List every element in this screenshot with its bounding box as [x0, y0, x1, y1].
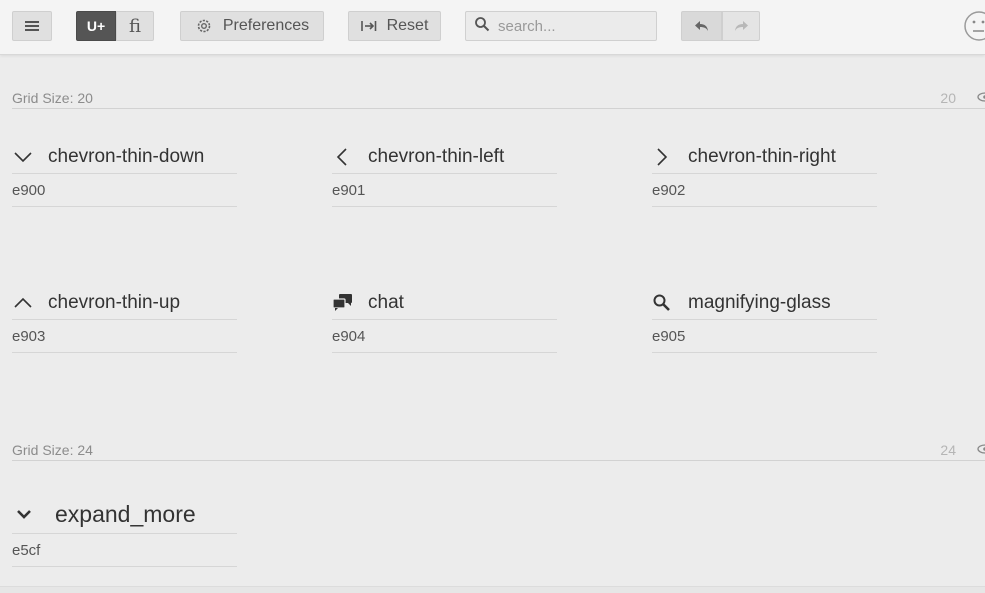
- redo-icon: [733, 19, 749, 33]
- grid-size-header: Grid Size: 24 24: [12, 442, 985, 461]
- search-box: [465, 11, 657, 41]
- undo-button[interactable]: [681, 11, 722, 41]
- glyph-code[interactable]: e904: [332, 328, 365, 345]
- hamburger-icon: [24, 20, 40, 32]
- reset-label: Reset: [386, 17, 429, 34]
- ligature-mode-label: ﬁ: [128, 15, 141, 37]
- grid-size-label: Grid Size: 20: [12, 90, 93, 106]
- unicode-mode-button[interactable]: U+: [76, 11, 116, 41]
- grid-size-label: Grid Size: 24: [12, 442, 93, 458]
- grid-size-value: 24: [940, 442, 956, 458]
- redo-button[interactable]: [722, 11, 760, 41]
- preferences-label: Preferences: [222, 17, 310, 34]
- glyph-item[interactable]: chevron-thin-left e901: [332, 141, 557, 207]
- reset-button[interactable]: Reset: [348, 11, 441, 41]
- undo-icon: [694, 19, 710, 33]
- glyph-code[interactable]: e5cf: [12, 542, 40, 559]
- chevron-thin-down-icon: [12, 146, 48, 168]
- glyph-name: chevron-thin-down: [48, 146, 205, 167]
- menu-button[interactable]: [12, 11, 52, 41]
- glyph-name: chevron-thin-up: [48, 292, 181, 313]
- chevron-thin-left-icon: [332, 146, 368, 168]
- grid-size-header: Grid Size: 20 20: [12, 90, 985, 109]
- glyph-name: chevron-thin-right: [688, 146, 836, 167]
- glyph-code[interactable]: e903: [12, 328, 45, 345]
- glyph-item[interactable]: chevron-thin-up e903: [12, 287, 237, 353]
- glyph-code[interactable]: e901: [332, 182, 365, 199]
- glyph-name: expand_more: [55, 500, 196, 527]
- ligature-mode-button[interactable]: ﬁ: [116, 11, 154, 41]
- chevron-thin-up-icon: [12, 292, 48, 314]
- glyph-code[interactable]: e900: [12, 182, 45, 199]
- chat-icon: [332, 293, 368, 313]
- neutral-face-icon[interactable]: [962, 10, 985, 47]
- toolbar: U+ ﬁ Preferences Reset: [0, 0, 985, 55]
- glyph-item[interactable]: chevron-thin-right e902: [652, 141, 877, 207]
- glyph-item[interactable]: chevron-thin-down e900: [12, 141, 237, 207]
- glyph-name: chat: [368, 292, 404, 313]
- tab-arrow-icon: [360, 20, 377, 32]
- search-input[interactable]: [496, 16, 650, 36]
- grid-size-value: 20: [940, 90, 956, 106]
- glyph-item[interactable]: expand_more e5cf: [12, 495, 237, 567]
- glyph-name: chevron-thin-left: [368, 146, 505, 167]
- search-icon: [474, 16, 490, 37]
- gear-icon: [195, 17, 213, 35]
- unicode-mode-label: U+: [86, 18, 106, 34]
- eye-icon[interactable]: [977, 441, 985, 460]
- preferences-button[interactable]: Preferences: [180, 11, 324, 41]
- glyph-code[interactable]: e905: [652, 328, 685, 345]
- magnifying-glass-icon: [652, 293, 688, 313]
- glyph-code[interactable]: e902: [652, 182, 685, 199]
- glyph-item[interactable]: chat e904: [332, 287, 557, 353]
- glyph-item[interactable]: magnifying-glass e905: [652, 287, 877, 353]
- glyph-name: magnifying-glass: [688, 292, 831, 313]
- chevron-thin-right-icon: [652, 146, 688, 168]
- expand-more-icon: [12, 502, 55, 526]
- eye-icon[interactable]: [977, 89, 985, 108]
